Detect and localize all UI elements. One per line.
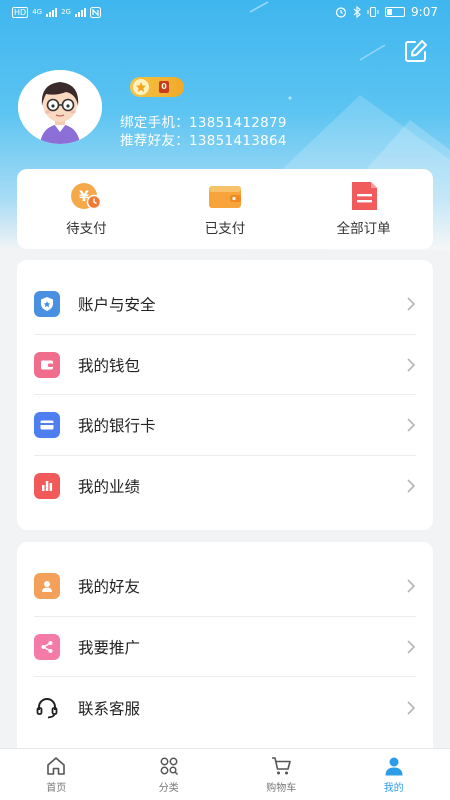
edit-icon xyxy=(405,40,427,62)
vibrate-icon xyxy=(367,6,379,18)
tab-home[interactable]: 首页 xyxy=(0,749,113,800)
menu-item-customer-service[interactable]: 联系客服 xyxy=(34,677,416,738)
menu-item-bank-card[interactable]: 我的银行卡 xyxy=(34,395,416,457)
chevron-right-icon xyxy=(407,297,416,311)
menu-label-account-security: 账户与安全 xyxy=(78,295,156,314)
edit-profile-button[interactable] xyxy=(403,38,429,64)
battery-icon xyxy=(385,7,406,17)
bluetooth-icon xyxy=(353,6,361,18)
home-icon xyxy=(47,757,66,775)
menu-label-customer-service: 联系客服 xyxy=(78,699,141,718)
cart-icon xyxy=(272,757,292,775)
order-pending-payment[interactable]: ¥ 待支付 xyxy=(26,181,146,237)
tab-cart[interactable]: 购物车 xyxy=(225,749,338,800)
shield-icon xyxy=(34,290,60,317)
chevron-right-icon xyxy=(407,479,416,493)
all-orders-icon xyxy=(347,181,381,211)
tab-me-label: 我的 xyxy=(383,783,404,794)
referrer-value: 13851413864 xyxy=(189,133,287,149)
order-all-label: 全部订单 xyxy=(336,221,391,237)
menu-item-account-security[interactable]: 账户与安全 xyxy=(34,274,416,335)
menu-item-wallet[interactable]: 我的钱包 xyxy=(34,335,416,396)
menu-item-performance[interactable]: 我的业绩 xyxy=(34,456,416,517)
hd-tag: HD xyxy=(12,6,29,18)
menu-group-social: 我的好友 我要推广 联系客服 xyxy=(17,542,433,762)
menu-item-promote[interactable]: 我要推广 xyxy=(34,617,416,678)
wallet-paid-icon xyxy=(208,181,242,211)
chevron-right-icon xyxy=(407,418,416,432)
signal-2g-label: 2G xyxy=(61,8,71,16)
status-right: 9:07 xyxy=(335,5,438,19)
chevron-right-icon xyxy=(407,701,416,715)
referrer-label: 推荐好友： xyxy=(120,133,189,149)
wallet-icon xyxy=(34,351,60,378)
status-time: 9:07 xyxy=(411,5,438,19)
referrer-line: 推荐好友：13851413864 xyxy=(120,129,287,149)
category-icon xyxy=(160,757,178,776)
friend-icon xyxy=(34,572,60,599)
tab-home-label: 首页 xyxy=(46,783,67,794)
tab-category[interactable]: 分类 xyxy=(113,749,226,800)
signal-4g-label: 4G xyxy=(32,8,43,16)
order-pending-label: 待支付 xyxy=(66,221,107,237)
menu-item-friends[interactable]: 我的好友 xyxy=(34,556,416,617)
bar-chart-icon xyxy=(34,473,60,500)
order-paid-label: 已支付 xyxy=(204,221,246,237)
user-icon xyxy=(385,757,403,776)
menu-label-bank-card: 我的银行卡 xyxy=(78,417,156,436)
status-left: HD 4G 2G xyxy=(12,6,101,18)
bank-card-icon xyxy=(34,412,60,439)
bottom-tab-bar: 首页 分类 购物车 我的 xyxy=(0,748,450,800)
chevron-right-icon xyxy=(407,357,416,372)
menu-label-friends: 我的好友 xyxy=(78,577,141,596)
tab-category-label: 分类 xyxy=(158,783,179,794)
headset-icon xyxy=(34,694,60,721)
nfc-icon xyxy=(89,6,101,18)
avatar-illustration xyxy=(18,70,102,144)
badge-count: 0 xyxy=(159,81,169,93)
level-badge: 0 xyxy=(130,77,184,97)
menu-label-promote: 我要推广 xyxy=(78,638,141,657)
order-all[interactable]: 全部订单 xyxy=(304,181,424,237)
avatar[interactable] xyxy=(18,70,102,144)
crown-star-icon xyxy=(133,79,149,95)
status-bar: HD 4G 2G 9:07 xyxy=(0,0,450,24)
orders-card: ¥ 待支付 已支付 全部订单 xyxy=(17,169,433,249)
order-paid[interactable]: 已支付 xyxy=(165,181,285,237)
pending-payment-icon: ¥ xyxy=(69,181,103,211)
tab-cart-label: 购物车 xyxy=(266,783,297,794)
signal-icon-2 xyxy=(74,7,86,17)
tab-me[interactable]: 我的 xyxy=(338,749,450,800)
alarm-icon xyxy=(335,7,347,18)
chevron-right-icon xyxy=(407,639,416,654)
menu-label-wallet: 我的钱包 xyxy=(78,356,141,375)
menu-group-account: 账户与安全 我的钱包 我的银行卡 我的业绩 xyxy=(17,260,433,530)
share-icon xyxy=(34,633,60,660)
bound-phone-line: 绑定手机：13851412879 xyxy=(120,111,287,131)
menu-label-performance: 我的业绩 xyxy=(78,478,141,497)
signal-icon xyxy=(46,7,58,17)
chevron-right-icon xyxy=(407,579,416,593)
